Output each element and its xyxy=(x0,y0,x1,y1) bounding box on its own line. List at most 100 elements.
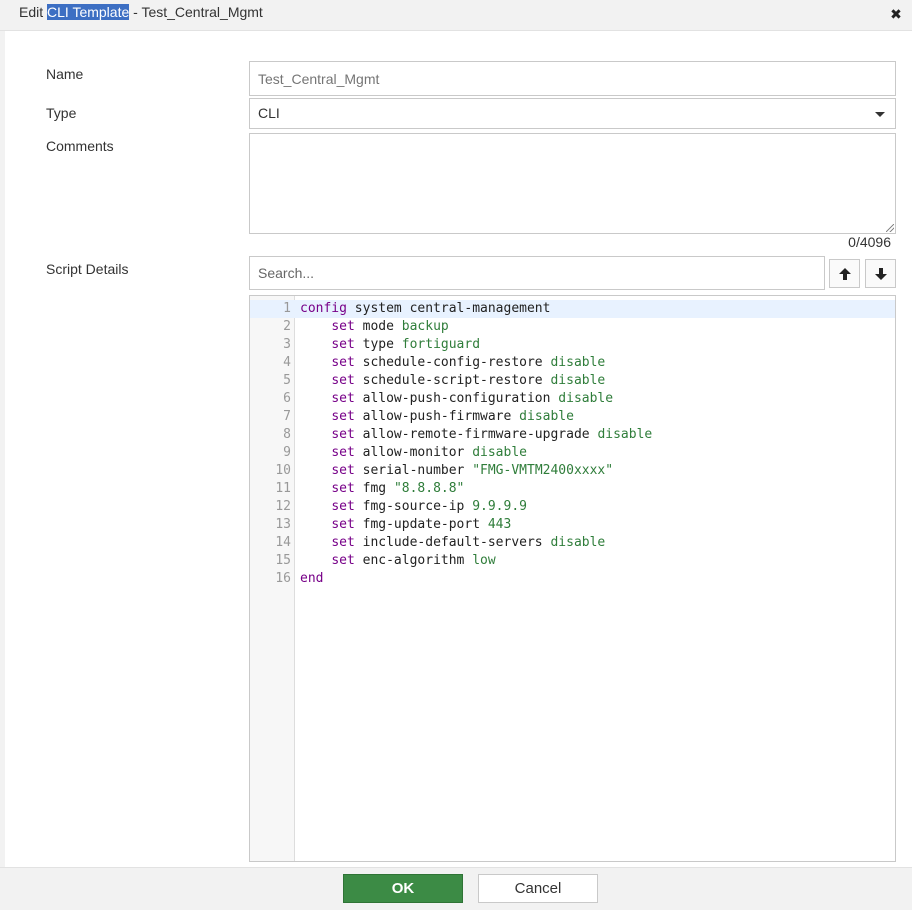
line-number: 14 xyxy=(275,535,291,550)
code-token: 9.9.9.9 xyxy=(472,499,527,514)
cancel-button[interactable]: Cancel xyxy=(478,874,598,903)
code-text: set fmg-update-port 443 xyxy=(300,516,511,534)
code-token: "8.8.8.8" xyxy=(393,481,465,496)
line-number: 5 xyxy=(283,373,291,388)
script-editor[interactable]: 1 config system central-management 2 set m… xyxy=(249,295,896,862)
line-number: 13 xyxy=(275,517,291,532)
code-line[interactable]: 6 set allow-push-configuration disable xyxy=(250,390,895,408)
arrow-up-icon xyxy=(838,267,851,280)
script-search-input[interactable] xyxy=(258,257,816,289)
code-text: set mode backup xyxy=(300,318,449,336)
code-token: fmg-update-port xyxy=(354,517,488,532)
chevron-down-icon xyxy=(875,112,885,117)
code-token: set xyxy=(331,481,355,496)
code-token: set xyxy=(331,463,355,478)
code-line[interactable]: 13 set fmg-update-port 443 xyxy=(250,516,895,534)
code-token: enc-algorithm xyxy=(354,553,473,568)
code-token: disable xyxy=(558,391,614,406)
code-text: set type fortiguard xyxy=(300,336,480,354)
line-number: 6 xyxy=(283,391,291,406)
line-number: 1 xyxy=(283,301,291,316)
code-lines: 1 config system central-management 2 set m… xyxy=(250,300,895,588)
line-number: 9 xyxy=(283,445,291,460)
code-token: set xyxy=(331,499,355,514)
code-token: allow-push-firmware xyxy=(354,409,520,424)
dialog-content: Name Type CLI Comments 0/4096 Script Det… xyxy=(0,31,912,867)
name-field[interactable] xyxy=(249,61,896,96)
code-token: set xyxy=(331,427,355,442)
code-text: end xyxy=(300,570,323,588)
code-text: set allow-push-configuration disable xyxy=(300,390,613,408)
line-number: 3 xyxy=(283,337,291,352)
line-number: 11 xyxy=(275,481,291,496)
code-token: 443 xyxy=(487,517,512,532)
code-token: system central-management xyxy=(346,301,551,316)
code-token: allow-push-configuration xyxy=(354,391,559,406)
code-line[interactable]: 11 set fmg "8.8.8.8" xyxy=(250,480,895,498)
ok-button[interactable]: OK xyxy=(343,874,463,903)
search-prev-button[interactable] xyxy=(829,259,860,288)
code-token: set xyxy=(331,337,355,352)
code-line[interactable]: 3 set type fortiguard xyxy=(250,336,895,354)
code-token: fmg-source-ip xyxy=(354,499,473,514)
code-line[interactable]: 12 set fmg-source-ip 9.9.9.9 xyxy=(250,498,895,516)
dialog-footer: OK Cancel xyxy=(0,867,912,910)
code-text: set fmg "8.8.8.8" xyxy=(300,480,464,498)
line-number: 16 xyxy=(275,571,291,586)
code-line[interactable]: 5 set schedule-script-restore disable xyxy=(250,372,895,390)
code-text: set enc-algorithm low xyxy=(300,552,496,570)
comments-counter: 0/4096 xyxy=(848,234,891,250)
code-token: backup xyxy=(401,319,449,334)
resize-grip-icon[interactable] xyxy=(886,224,894,232)
comments-label: Comments xyxy=(46,138,114,154)
type-label: Type xyxy=(46,105,77,121)
code-token: allow-remote-firmware-upgrade xyxy=(354,427,598,442)
comments-textarea[interactable] xyxy=(249,133,896,234)
code-token: set xyxy=(331,553,355,568)
code-line[interactable]: 1 config system central-management xyxy=(250,300,895,318)
code-token: disable xyxy=(550,535,606,550)
code-text: set allow-push-firmware disable xyxy=(300,408,574,426)
code-token: disable xyxy=(519,409,574,424)
search-next-button[interactable] xyxy=(865,259,896,288)
code-token: schedule-script-restore xyxy=(354,373,551,388)
code-token: set xyxy=(331,355,355,370)
code-token: set xyxy=(331,319,355,334)
code-token: schedule-config-restore xyxy=(354,355,551,370)
code-line[interactable]: 2 set mode backup xyxy=(250,318,895,336)
dialog-titlebar: Edit CLI Template - Test_Central_Mgmt ✖ xyxy=(0,0,912,31)
code-line[interactable]: 16 end xyxy=(250,570,895,588)
code-line[interactable]: 15 set enc-algorithm low xyxy=(250,552,895,570)
name-input[interactable] xyxy=(258,62,887,95)
title-prefix: Edit xyxy=(19,4,48,20)
code-line[interactable]: 9 set allow-monitor disable xyxy=(250,444,895,462)
arrow-down-icon xyxy=(874,267,887,280)
title-suffix: - Test_Central_Mgmt xyxy=(129,4,263,20)
code-token: set xyxy=(331,535,355,550)
code-token: "FMG-VMTM2400xxxx" xyxy=(472,463,614,478)
type-select[interactable]: CLI xyxy=(249,98,896,129)
code-token: fmg xyxy=(354,481,394,496)
code-line[interactable]: 7 set allow-push-firmware disable xyxy=(250,408,895,426)
code-line[interactable]: 4 set schedule-config-restore disable xyxy=(250,354,895,372)
code-text: set allow-monitor disable xyxy=(300,444,527,462)
code-text: set allow-remote-firmware-upgrade disabl… xyxy=(300,426,652,444)
code-line[interactable]: 14 set include-default-servers disable xyxy=(250,534,895,552)
close-icon[interactable]: ✖ xyxy=(888,6,904,22)
code-token: set xyxy=(331,445,355,460)
code-line[interactable]: 10 set serial-number "FMG-VMTM2400xxxx" xyxy=(250,462,895,480)
code-token: low xyxy=(472,553,496,568)
code-token: serial-number xyxy=(354,463,473,478)
code-line[interactable]: 8 set allow-remote-firmware-upgrade disa… xyxy=(250,426,895,444)
name-label: Name xyxy=(46,66,84,82)
script-search-field[interactable] xyxy=(249,256,825,290)
line-number: 10 xyxy=(275,463,291,478)
